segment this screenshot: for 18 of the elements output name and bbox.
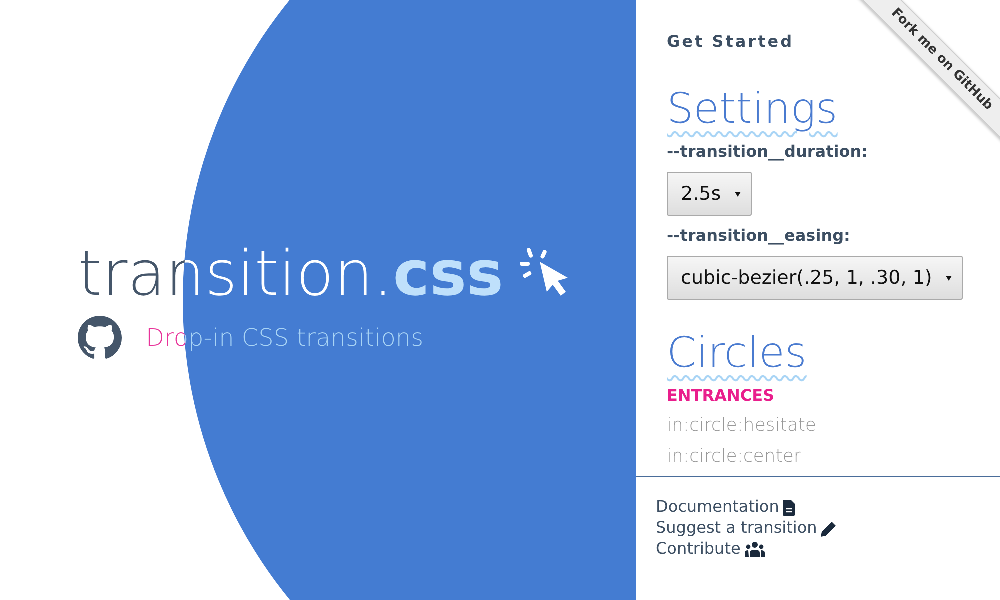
get-started-link[interactable]: Get Started	[667, 30, 794, 54]
dropdown[interactable]: cubic-bezier(.25, 1, .30, 1)	[667, 256, 964, 300]
footer-link[interactable]: Documentation	[656, 497, 796, 518]
document-icon	[783, 500, 796, 516]
section-heading: Circles	[667, 330, 807, 376]
field-label: --transition__duration:	[667, 141, 869, 164]
pencil-icon	[821, 520, 838, 537]
caret-icon	[946, 276, 952, 281]
github-icon[interactable]	[78, 316, 122, 360]
section-heading: Settings	[667, 83, 838, 132]
footer-link[interactable]: Suggest a transition	[656, 518, 838, 539]
caret-icon	[735, 192, 742, 197]
people-icon	[744, 541, 765, 558]
group-label: ENTRANCES	[667, 385, 776, 408]
dropdown[interactable]: 2.5s	[667, 172, 752, 216]
field-label: --transition__easing:	[667, 225, 852, 248]
logo-accent: css	[393, 240, 504, 308]
footer-link[interactable]: Contribute	[656, 538, 765, 560]
